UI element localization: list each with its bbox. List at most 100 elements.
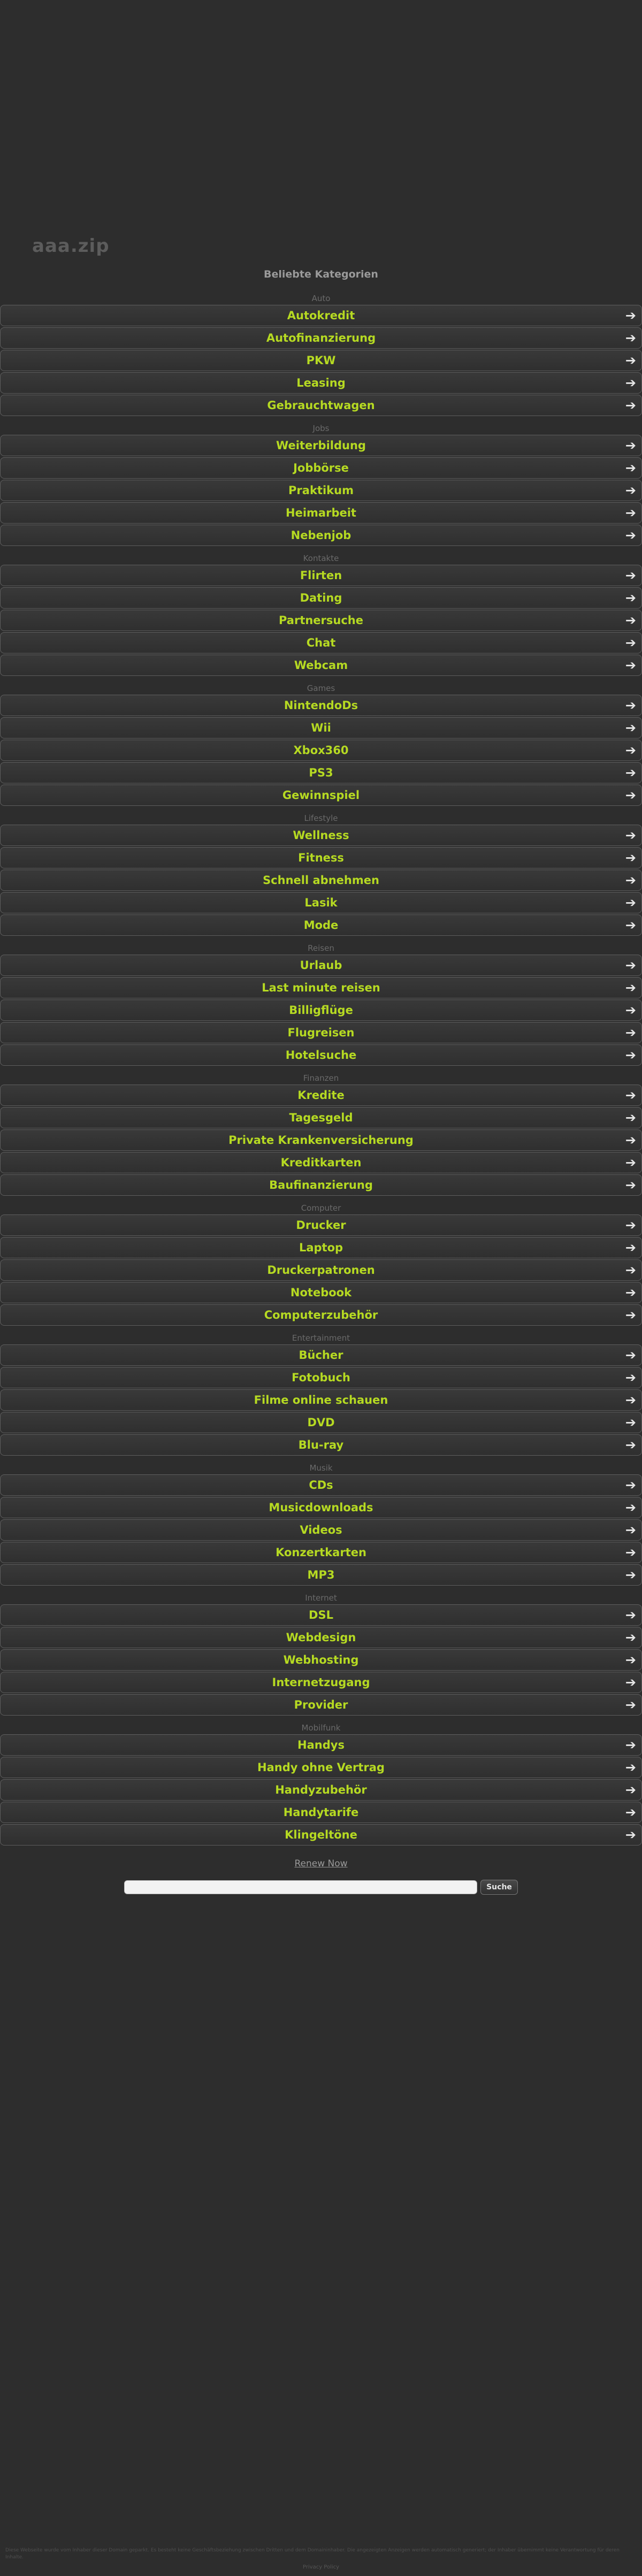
arrow-right-icon: ➔ (625, 1110, 636, 1125)
category-link[interactable]: Billigflüge ➔ (0, 999, 642, 1021)
arrow-right-icon: ➔ (625, 528, 636, 543)
category-link[interactable]: DVD ➔ (0, 1412, 642, 1433)
search-input[interactable] (124, 1880, 477, 1894)
category-link[interactable]: Webhosting ➔ (0, 1649, 642, 1671)
category-link-label: NintendoDs (284, 699, 358, 712)
category-link[interactable]: Wii ➔ (0, 717, 642, 739)
category-link[interactable]: Chat ➔ (0, 632, 642, 653)
category-link[interactable]: Klingeltöne ➔ (0, 1824, 642, 1846)
category-title: Kontakte (303, 553, 339, 563)
category-link[interactable]: Druckerpatronen ➔ (0, 1259, 642, 1281)
category-link[interactable]: Autofinanzierung ➔ (0, 327, 642, 349)
category-link[interactable]: Flugreisen ➔ (0, 1022, 642, 1043)
arrow-right-icon: ➔ (625, 505, 636, 520)
category-link[interactable]: Fotobuch ➔ (0, 1367, 642, 1388)
category-link[interactable]: Computerzubehör ➔ (0, 1304, 642, 1326)
category-link[interactable]: Kredite ➔ (0, 1085, 642, 1106)
category-link[interactable]: Gebrauchtwagen ➔ (0, 395, 642, 416)
category-link[interactable]: PS3 ➔ (0, 762, 642, 783)
category-link-label: Xbox360 (293, 744, 349, 757)
category-link-label: Internetzugang (272, 1676, 370, 1689)
arrow-right-icon: ➔ (625, 918, 636, 933)
category-link[interactable]: Schnell abnehmen ➔ (0, 870, 642, 891)
category-link-label: Hotelsuche (285, 1049, 357, 1062)
category-link[interactable]: Xbox360 ➔ (0, 740, 642, 761)
category-link[interactable]: CDs ➔ (0, 1474, 642, 1496)
category-link-label: Notebook (290, 1286, 352, 1299)
arrow-right-icon: ➔ (625, 850, 636, 865)
category-link[interactable]: Handyzubehör ➔ (0, 1779, 642, 1801)
category-link-label: Billigflüge (289, 1004, 353, 1017)
category-link[interactable]: NintendoDs ➔ (0, 695, 642, 716)
search-button[interactable]: Suche (480, 1880, 518, 1895)
category-link[interactable]: Musicdownloads ➔ (0, 1497, 642, 1518)
category-link[interactable]: Fitness ➔ (0, 847, 642, 868)
arrow-right-icon: ➔ (625, 1478, 636, 1493)
renew-now-link[interactable]: Renew Now (0, 1858, 642, 1869)
category-link[interactable]: Wellness ➔ (0, 825, 642, 846)
category-link[interactable]: Praktikum ➔ (0, 480, 642, 501)
category-link-label: Klingeltöne (285, 1828, 357, 1841)
category-link-label: Chat (306, 636, 336, 649)
category-link[interactable]: Hotelsuche ➔ (0, 1044, 642, 1066)
category-link[interactable]: Baufinanzierung ➔ (0, 1174, 642, 1196)
arrow-right-icon: ➔ (625, 698, 636, 713)
category-link[interactable]: Bücher ➔ (0, 1344, 642, 1366)
category-link[interactable]: Flirten ➔ (0, 565, 642, 586)
arrow-right-icon: ➔ (625, 1675, 636, 1690)
category-link[interactable]: Konzertkarten ➔ (0, 1542, 642, 1563)
category-link[interactable]: Mode ➔ (0, 914, 642, 936)
category-link[interactable]: Notebook ➔ (0, 1282, 642, 1303)
category-link[interactable]: Tagesgeld ➔ (0, 1107, 642, 1128)
category-link[interactable]: Lasik ➔ (0, 892, 642, 913)
category-link[interactable]: Private Krankenversicherung ➔ (0, 1129, 642, 1151)
arrow-right-icon: ➔ (625, 788, 636, 803)
category-link[interactable]: Handys ➔ (0, 1734, 642, 1756)
category-link[interactable]: Autokredit ➔ (0, 305, 642, 326)
category-link[interactable]: Handy ohne Vertrag ➔ (0, 1757, 642, 1778)
arrow-right-icon: ➔ (625, 1308, 636, 1322)
category-link[interactable]: DSL ➔ (0, 1604, 642, 1626)
category-link[interactable]: Drucker ➔ (0, 1214, 642, 1236)
arrow-right-icon: ➔ (625, 1827, 636, 1842)
arrow-right-icon: ➔ (625, 1805, 636, 1820)
category-link[interactable]: MP3 ➔ (0, 1564, 642, 1586)
privacy-policy-link[interactable]: Privacy Policy (0, 2564, 642, 2570)
arrow-right-icon: ➔ (625, 1608, 636, 1623)
category-link[interactable]: Last minute reisen ➔ (0, 977, 642, 998)
arrow-right-icon: ➔ (625, 1500, 636, 1515)
category-link[interactable]: PKW ➔ (0, 350, 642, 371)
category-link[interactable]: Nebenjob ➔ (0, 525, 642, 546)
category-block: Auto Autokredit ➔ Autofinanzierung ➔ PKW ➔ Leas… (0, 292, 642, 422)
category-link[interactable]: Urlaub ➔ (0, 955, 642, 976)
category-link[interactable]: Kreditkarten ➔ (0, 1152, 642, 1173)
popular-categories-heading: Beliebte Kategorien (264, 268, 378, 280)
category-link[interactable]: Handytarife ➔ (0, 1802, 642, 1823)
category-link-label: Handyzubehör (275, 1783, 367, 1796)
category-title: Jobs (312, 424, 330, 433)
category-link[interactable]: Dating ➔ (0, 587, 642, 609)
category-link[interactable]: Filme online schauen ➔ (0, 1389, 642, 1411)
arrow-right-icon: ➔ (625, 1155, 636, 1170)
category-link[interactable]: Blu-ray ➔ (0, 1434, 642, 1456)
arrow-right-icon: ➔ (625, 658, 636, 673)
category-link[interactable]: Weiterbildung ➔ (0, 435, 642, 456)
arrow-right-icon: ➔ (625, 1697, 636, 1712)
category-title: Auto (311, 294, 331, 303)
category-link[interactable]: Videos ➔ (0, 1519, 642, 1541)
category-link[interactable]: Laptop ➔ (0, 1237, 642, 1258)
category-link[interactable]: Gewinnspiel ➔ (0, 785, 642, 806)
category-link-label: Lasik (304, 896, 338, 909)
category-link[interactable]: Heimarbeit ➔ (0, 502, 642, 524)
category-link[interactable]: Provider ➔ (0, 1694, 642, 1716)
category-link[interactable]: Webcam ➔ (0, 655, 642, 676)
category-block: Finanzen Kredite ➔ Tagesgeld ➔ Private Kranke… (0, 1072, 642, 1202)
category-link[interactable]: Leasing ➔ (0, 372, 642, 394)
arrow-right-icon: ➔ (625, 765, 636, 780)
category-link[interactable]: Webdesign ➔ (0, 1627, 642, 1648)
category-link[interactable]: Internetzugang ➔ (0, 1672, 642, 1693)
category-link[interactable]: Jobbörse ➔ (0, 457, 642, 479)
category-block: Computer Drucker ➔ Laptop ➔ Druckerpatronen ➔ N… (0, 1202, 642, 1332)
category-link-label: PS3 (309, 766, 333, 779)
category-link[interactable]: Partnersuche ➔ (0, 610, 642, 631)
